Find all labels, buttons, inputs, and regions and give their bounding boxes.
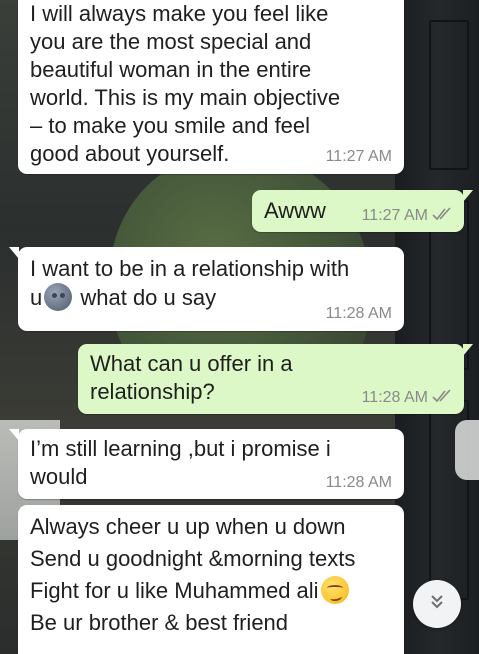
message-bubble-outgoing[interactable]: What can u offer in a relationship? 11:2… (78, 344, 473, 414)
smirking-face-emoji-icon (320, 576, 349, 604)
message-bubble-incoming[interactable]: Always cheer u up when u down Send u goo… (18, 505, 404, 654)
message-timestamp: 11:27 AM (325, 148, 392, 165)
message-bubble-incoming[interactable]: I’m still learning ,but i promise i woul… (9, 429, 404, 499)
message-timestamp: 11:27 AM (361, 207, 428, 224)
message-text-line: Always cheer u up when u down (30, 514, 346, 539)
scroll-to-bottom-button[interactable] (413, 580, 461, 628)
message-text: what do u say (74, 285, 217, 310)
wallpaper-photo-light (455, 420, 479, 480)
message-text-line: What can u offer in a (90, 351, 293, 376)
double-tick-icon (432, 207, 454, 221)
message-timestamp: 11:28 AM (325, 305, 392, 322)
message-text: u (30, 285, 43, 310)
message-bubble-incoming[interactable]: I will always make you feel like you are… (18, 0, 404, 174)
wallpaper-photo-door (395, 0, 479, 654)
message-text-line: I’m still learning ,but i promise i (30, 436, 331, 461)
double-tick-icon (432, 389, 454, 403)
message-timestamp: 11:28 AM (325, 474, 392, 491)
new-moon-face-emoji-icon (44, 283, 73, 311)
message-text-line: – to make you smile and feel (30, 113, 311, 138)
message-bubble-incoming[interactable]: I want to be in a relationship with u wh… (9, 247, 404, 331)
double-chevron-down-icon (426, 591, 448, 618)
message-bubble-outgoing[interactable]: Awww 11:27 AM (252, 190, 473, 232)
message-text-line: Be ur brother & best friend (30, 610, 289, 635)
message-text-line: Send u goodnight &morning texts (30, 546, 356, 571)
message-text-line: Fight for u like Muhammed ali (30, 575, 392, 607)
message-timestamp-group: 11:28 AM (362, 389, 454, 407)
message-timestamp-group: 11:27 AM (362, 207, 454, 225)
message-text: Fight for u like Muhammed ali (30, 578, 319, 603)
message-text-line: world. This is my main objective (30, 85, 341, 110)
message-text-line: beautiful woman in the entire (30, 57, 312, 82)
message-text-line: I want to be in a relationship with (30, 256, 350, 281)
message-text-line: I will always make you feel like (30, 1, 329, 26)
message-text-line: you are the most special and (30, 29, 312, 54)
message-timestamp: 11:28 AM (361, 389, 428, 406)
